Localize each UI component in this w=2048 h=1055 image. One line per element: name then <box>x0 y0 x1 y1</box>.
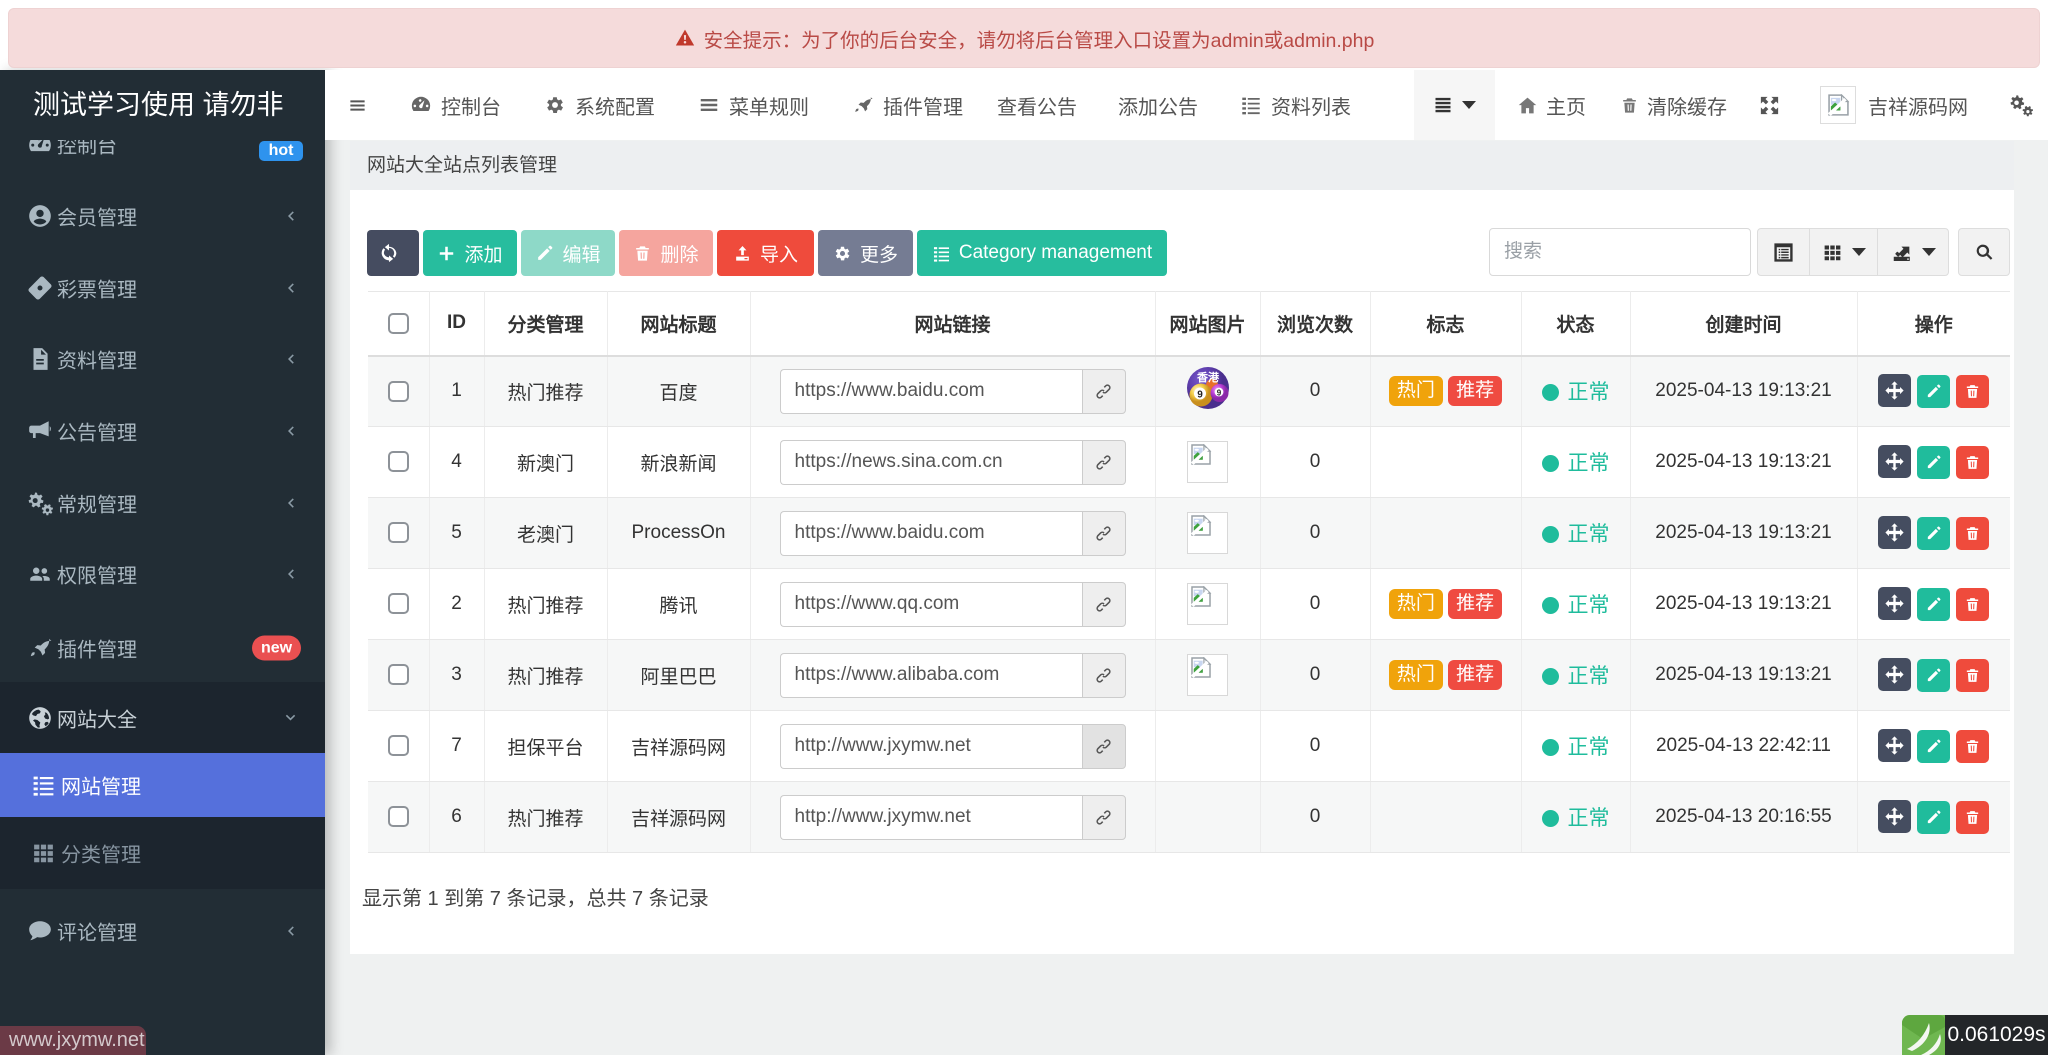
svg-text:9: 9 <box>1216 389 1221 398</box>
svg-text:香港: 香港 <box>1196 370 1220 384</box>
svg-text:9: 9 <box>1197 390 1203 401</box>
